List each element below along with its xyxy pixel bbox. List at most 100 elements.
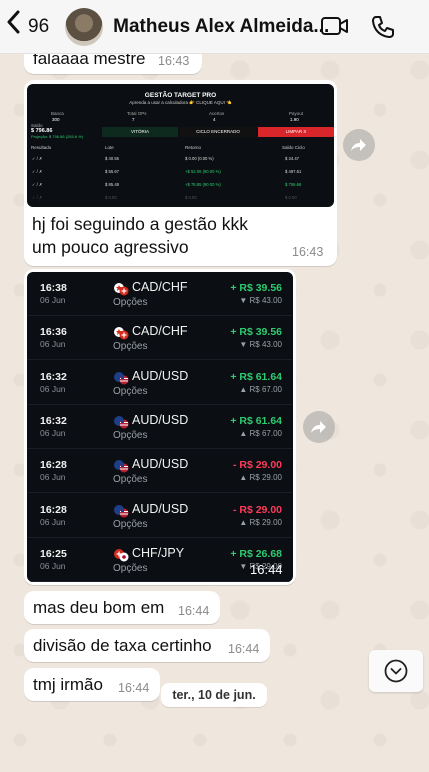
row-saldo: $ 756.66 [285,182,302,187]
message-text: mas deu bom em [33,598,165,617]
gestao-row: ✓ / ✗ $ 0.00 $ 0.00 $ 0.00 [27,193,334,205]
row-saldo: $ 497.61 [285,169,302,174]
stat-value: 1.90 [290,117,299,122]
stat-label: Total OPs [127,111,147,116]
row-result[interactable]: ✓ / ✗ [32,182,43,187]
gestao-row: ✓ / ✗ $ 85.48 +$ 78.85 (90.00 %) $ 756.6… [27,180,334,192]
trade-date: 06 Jun [40,383,66,394]
date-separator: ter., 10 de jun. [161,683,267,707]
row-result[interactable]: ✓ / ✗ [32,156,43,161]
message-time: 16:43 [292,245,324,259]
column-header: Retorno [185,145,202,150]
phone-icon[interactable] [370,14,396,45]
stat-value: 300 [52,117,60,122]
row-lote: $ 0.00 [105,195,117,200]
trades-screenshot[interactable]: 16:38 06 Jun CAD/CHF Opções + R$ 39.56 ▼ R$ 4… [27,272,293,582]
trade-time: 16:25 [40,547,67,560]
message-bubble[interactable]: divisão de taxa certinho 16:44 [24,629,270,662]
message-time: 16:44 [228,642,260,656]
contact-name[interactable]: Matheus Alex Almeida... [113,16,329,38]
scroll-to-bottom-button[interactable] [369,650,423,692]
row-saldo: $ 34.47 [285,156,299,161]
forward-button[interactable] [343,129,375,161]
trade-time: 16:38 [40,282,67,294]
trade-stake: ▼ R$ 43.00 [239,340,282,350]
row-result[interactable]: ✓ / ✗ [32,169,43,174]
row-lote: $ 40.55 [105,156,119,161]
avatar[interactable] [65,7,104,46]
trade-stake: ▲ R$ 67.00 [239,384,282,394]
trade-type: Opções [113,385,148,397]
currency-flag-icon [113,326,129,340]
currency-flag-icon [113,504,129,518]
trade-pair: AUD/USD [132,412,189,427]
video-camera-icon[interactable] [320,14,350,43]
row-retorno: +$ 78.85 (90.00 %) [185,182,221,187]
chevron-left-icon [6,10,22,40]
currency-flag-icon [113,459,129,473]
gestao-screenshot[interactable]: GESTÃO TARGET PRO Aprenda a usar a calcu… [27,84,334,207]
trade-date: 06 Jun [40,560,66,571]
trade-pair: CAD/CHF [132,324,188,339]
row-result[interactable]: ✓ / ✗ [32,195,43,200]
gestao-row: ✓ / ✗ $ 55.67 +$ 52.06 (90.00 %) $ 497.6… [27,167,334,179]
trade-time: 16:32 [40,370,67,383]
trade-amount: + R$ 39.56 [230,282,282,294]
trade-row[interactable]: 16:28 06 Jun AUD/USD Opções - R$ 29.00 ▲ R$ 2… [27,449,292,494]
trade-type: Opções [113,297,148,308]
message-time: 16:44 [118,681,150,695]
image-message-bubble[interactable]: GESTÃO TARGET PRO Aprenda a usar a calcu… [24,80,337,266]
image-message-bubble[interactable]: 16:38 06 Jun CAD/CHF Opções + R$ 39.56 ▼ R$ 4… [24,269,296,585]
stat-label: Acertos [209,111,225,116]
trade-row[interactable]: 16:32 06 Jun AUD/USD Opções + R$ 61.64 ▲ R$ 6… [27,405,292,449]
trade-amount: + R$ 26.68 [230,547,282,560]
tab-vitoria[interactable]: VITÓRIA [102,127,178,137]
trade-date: 06 Jun [40,427,66,438]
trade-row[interactable]: 16:38 06 Jun CAD/CHF Opções + R$ 39.56 ▼ R$ 4… [27,272,292,316]
message-time: 16:44 [178,604,210,618]
trade-row[interactable]: 16:32 06 Jun AUD/USD Opções + R$ 61.64 ▲ R$ 6… [27,361,292,405]
column-header: Saldo Ciclo [282,145,305,150]
trade-stake: ▲ R$ 29.00 [239,473,282,483]
unread-count: 96 [28,15,50,37]
trade-row[interactable]: 16:28 06 Jun AUD/USD Opções - R$ 29.00 ▲ R$ 2… [27,494,292,538]
forward-arrow-icon [311,421,326,433]
row-retorno: $ 0.00 (0.00 %) [185,156,214,161]
row-saldo: $ 0.00 [285,195,297,200]
chat-messages: falaaaa mestre 16:43 GESTÃO TARGET PRO A… [0,46,429,772]
stat-value: 4 [213,117,216,122]
caption-line-2: um pouco agressivo [32,237,189,257]
trade-pair: AUD/USD [132,368,189,383]
trade-amount: - R$ 29.00 [232,459,282,472]
row-lote: $ 85.48 [105,182,119,187]
message-bubble[interactable]: mas deu bom em 16:44 [24,591,220,624]
row-retorno: +$ 52.06 (90.00 %) [185,169,221,174]
column-header: Lote [105,145,114,150]
message-text: tmj irmão [33,675,103,694]
currency-flag-icon [113,282,129,296]
tab-limpar[interactable]: LIMPAR X [258,127,334,137]
trade-type: Opções [113,474,148,486]
tab-ciclo-encerrado[interactable]: CICLO ENCERRADO [180,127,256,137]
forward-arrow-icon [351,139,366,151]
stat-label: Payout [289,111,304,116]
currency-flag-icon [113,548,129,562]
trade-time: 16:36 [40,326,67,339]
trade-time: 16:32 [40,414,67,427]
trade-amount: + R$ 61.64 [230,370,282,383]
back-button[interactable]: 96 [6,10,50,40]
trade-date: 06 Jun [40,472,66,483]
trade-amount: + R$ 39.56 [230,326,282,339]
trade-type: Opções [113,429,148,441]
forward-button[interactable] [303,411,335,443]
trade-type: Opções [113,562,148,574]
trade-stake: ▲ R$ 67.00 [239,428,282,438]
row-retorno: $ 0.00 [185,195,197,200]
message-time: 16:43 [158,54,190,68]
message-bubble[interactable]: tmj irmão 16:44 [24,668,160,701]
trade-stake: ▲ R$ 29.00 [239,517,282,527]
trade-row[interactable]: 16:36 06 Jun CAD/CHF Opções + R$ 39.56 ▼ R$ 4… [27,316,292,361]
trade-type: Opções [113,518,148,530]
trade-type: Opções [113,341,148,353]
trade-pair: AUD/USD [132,501,189,516]
